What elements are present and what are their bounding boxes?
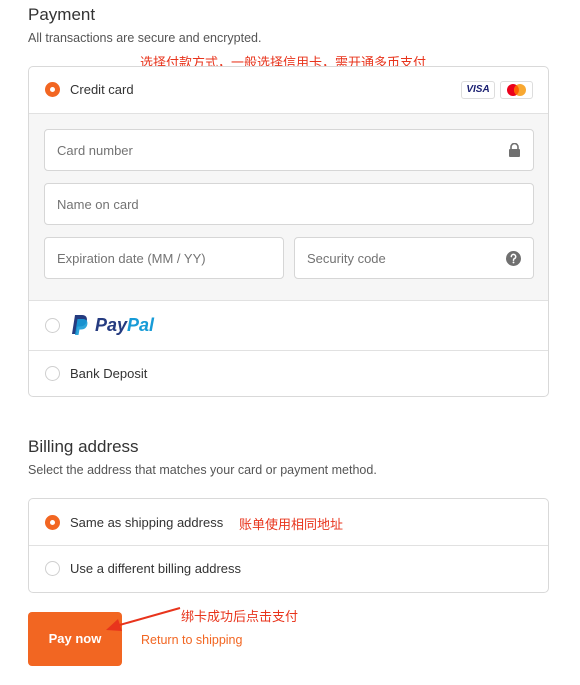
credit-card-radio[interactable] [45, 82, 60, 97]
billing-subtitle: Select the address that matches your car… [28, 463, 377, 477]
name-on-card-field[interactable] [44, 183, 534, 225]
lock-icon [508, 142, 521, 163]
card-number-field[interactable] [44, 129, 534, 171]
card-number-input[interactable] [55, 130, 497, 170]
paypal-option[interactable]: PayPal [29, 301, 548, 350]
card-details-area [29, 113, 548, 301]
visa-icon: VISA [461, 81, 495, 99]
billing-annotation: 账单使用相同地址 [239, 517, 344, 532]
expiration-date-field[interactable] [44, 237, 284, 279]
different-billing-option[interactable]: Use a different billing address [29, 546, 548, 592]
paypal-wordmark-pal: Pal [127, 315, 155, 335]
pay-annotation: 绑卡成功后点击支付 [181, 609, 299, 624]
bank-deposit-radio[interactable] [45, 366, 60, 381]
bank-deposit-label: Bank Deposit [70, 366, 148, 381]
annotation-arrow-icon [106, 607, 181, 631]
billing-title: Billing address [28, 437, 139, 456]
paypal-wordmark: PayPal [95, 315, 154, 336]
bank-deposit-option[interactable]: Bank Deposit [29, 351, 548, 396]
same-as-shipping-label: Same as shipping address [70, 515, 224, 530]
paypal-logo-icon [70, 314, 89, 341]
credit-card-label: Credit card [70, 82, 134, 97]
payment-methods-panel: Credit card VISA Card number Name on car… [28, 66, 549, 397]
different-billing-radio[interactable] [45, 561, 60, 576]
payment-title: Payment [28, 5, 96, 24]
different-billing-label: Use a different billing address [70, 561, 242, 576]
security-code-field[interactable] [294, 237, 534, 279]
expiration-date-input[interactable] [55, 238, 247, 278]
same-as-shipping-option[interactable]: Same as shipping address 账单使用相同地址 [29, 499, 548, 545]
paypal-wordmark-pay: Pay [95, 315, 128, 335]
paypal-radio[interactable] [45, 318, 60, 333]
credit-card-option[interactable]: Credit card VISA [29, 67, 548, 113]
help-circle-icon[interactable] [506, 251, 521, 271]
name-on-card-input[interactable] [55, 184, 497, 224]
payment-subtitle: All transactions are secure and encrypte… [28, 31, 262, 45]
divider [29, 113, 548, 114]
security-code-input[interactable] [305, 238, 497, 278]
same-as-shipping-radio[interactable] [45, 515, 60, 530]
mastercard-icon [500, 81, 533, 99]
billing-options-panel: Same as shipping address 账单使用相同地址 Use a … [28, 498, 549, 593]
